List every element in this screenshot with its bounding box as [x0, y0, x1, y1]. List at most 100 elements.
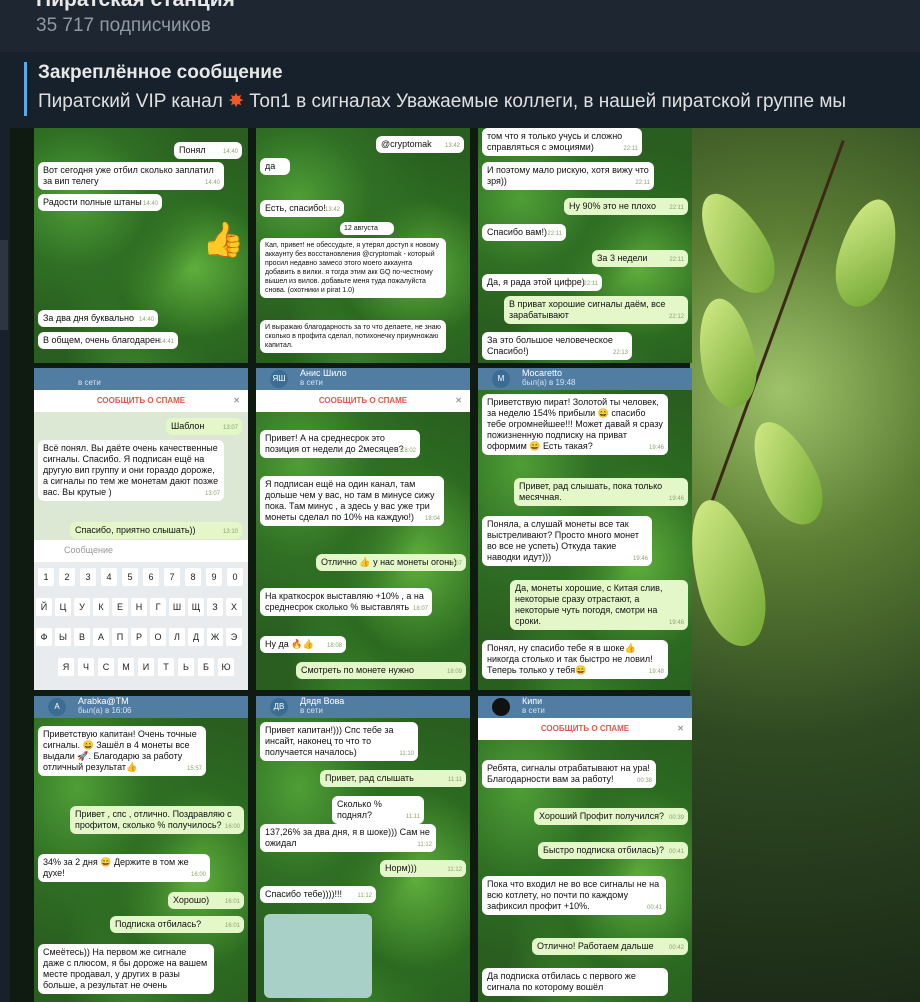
key: 9 [206, 568, 222, 586]
chat-name: Дядя Вова [300, 696, 345, 706]
message-time: 22:11 [583, 281, 598, 287]
message-input[interactable]: Сообщение [34, 540, 248, 562]
message-text: Спасибо тебе))))!!! [265, 889, 343, 899]
message-bubble: В приват хорошие сигналы даём, все зараб… [504, 296, 688, 324]
message-bubble: Смотреть по монете нужно 18:09 [296, 662, 466, 679]
message-text: да [265, 161, 276, 171]
pinned-accent-bar [24, 62, 27, 116]
key: Х [226, 598, 242, 616]
message-text: 34% за 2 дня 😄 Держите в том же духе! [43, 857, 189, 878]
collage-photo[interactable]: Понял 14:40 Вот сегодня уже отбил сколько… [10, 128, 920, 1002]
message-time: 22:11 [623, 146, 638, 152]
keyboard: Сообщение 1 2 3 4 5 6 7 8 9 0 Й Ц У К Е … [34, 540, 248, 690]
message-time: 22:11 [669, 257, 684, 263]
key: Щ [188, 598, 204, 616]
avatar: ЯШ [270, 370, 288, 388]
message-time: 11:11 [405, 814, 420, 820]
key: Д [188, 628, 204, 646]
message-bubble: Подписка отбилась? 16:01 [110, 916, 244, 933]
message-text: Да, я рада этой цифре) [487, 277, 585, 287]
key: Л [169, 628, 185, 646]
message-bubble: За это большое человеческое Спасибо!) 22:… [482, 332, 632, 360]
pinned-text-a: Пиратский VIP канал [38, 91, 223, 112]
screenshot-tile-6: M Mocaretto был(а) в 19:48 Приветствую пир… [478, 368, 692, 690]
message-text: И выражаю благодарность за то что делает… [265, 324, 441, 349]
chat-header: ЯШ Анис Шило в сети [256, 368, 470, 390]
message-bubble: Норм))) 11:12 [380, 860, 466, 877]
message-bubble: Отлично! Работаем дальше 00:42 [532, 938, 688, 955]
message-text: Привет, рад слышать [325, 773, 414, 783]
message-bubble: Привет, рад слышать, пока только месячна… [514, 478, 688, 506]
key: Ц [55, 598, 71, 616]
message-text: Спасибо вам!) [487, 227, 547, 237]
key: 3 [80, 568, 96, 586]
message-text: Есть, спасибо! [265, 203, 326, 213]
message-bubble: Да, я рада этой цифре) 22:11 [482, 274, 602, 291]
message-text: И поэтому мало рискую, хотя вижу что зря… [487, 165, 649, 186]
message-time: 11:11 [447, 777, 462, 783]
chat-name: Arabka@TM [78, 696, 129, 706]
close-icon: ✕ [455, 396, 462, 405]
chat-name: Mocaretto [522, 368, 563, 378]
key: С [98, 658, 114, 676]
scrollbar[interactable] [0, 240, 8, 330]
key: О [150, 628, 166, 646]
message-text: Вот сегодня уже отбил сколько заплатил з… [43, 165, 214, 186]
message-text: Кап, привет! не обессудьте, я утерял дос… [265, 242, 440, 294]
channel-header[interactable]: Пиратская станция 35 717 подписчиков [0, 0, 920, 52]
message-text: За 3 недели [597, 253, 648, 263]
message-bubble: На краткосрок выставляю +10% , а на сред… [260, 588, 432, 616]
message-time: 22:11 [669, 205, 684, 211]
message-bubble: Смеётесь)) На первом же сигнале даже с п… [38, 944, 214, 994]
key: Ь [178, 658, 194, 676]
message-time: 14:40 [204, 180, 220, 186]
screenshot-tile-9: Кипи в сети СООБЩИТЬ О СПАМЕ ✕ Ребята, сиг… [478, 696, 692, 1002]
key: Н [131, 598, 147, 616]
key: И [138, 658, 154, 676]
channel-title: Пиратская станция [36, 0, 235, 12]
chat-status: в сети [78, 378, 101, 387]
message-bubble: Всё понял. Вы даёте очень качественные с… [38, 440, 224, 501]
message-time: 11:12 [447, 867, 462, 873]
message-bubble: Привет, рад слышать 11:11 [320, 770, 466, 787]
message-time: 22:12 [668, 314, 684, 320]
message-bubble: И поэтому мало рискую, хотя вижу что зря… [482, 162, 654, 190]
chat-status: в сети [522, 706, 545, 715]
chat-name: Кипи [522, 696, 543, 706]
date-separator: 12 августа [340, 222, 394, 235]
key: 6 [143, 568, 159, 586]
message-text: Спасибо, приятно слышать)) [75, 525, 196, 535]
key: М [118, 658, 134, 676]
message-bubble: Хороший Профит получился? 00:39 [534, 808, 688, 825]
fire-icon: ✸ [228, 91, 244, 112]
message-text: Приветствую пират! Золотой ты человек, з… [487, 397, 663, 451]
close-icon: ✕ [677, 724, 684, 733]
message-text: На краткосрок выставляю +10% , а на сред… [265, 591, 424, 612]
message-text: За два дня буквально [43, 313, 134, 323]
key: Г [150, 598, 166, 616]
message-text: том что я только учусь и сложно справлят… [487, 131, 623, 152]
subscriber-count: 35 717 подписчиков [36, 15, 211, 36]
message-time: 00:39 [668, 815, 684, 821]
message-bubble: Поняла, а слушай монеты все так выстрели… [482, 516, 652, 566]
key: Р [131, 628, 147, 646]
leaf [826, 192, 908, 314]
message-text: Я подписан ещё на один канал, там дольше… [265, 479, 435, 522]
message-bubble: Шаблон 13:07 [166, 418, 242, 435]
message-bubble: Да, монеты хорошие, с Китая слив, некото… [510, 580, 688, 630]
screenshot-tile-3: том что я только учусь и сложно справлят… [478, 128, 692, 363]
message-time: 18:07 [446, 561, 462, 567]
key: 0 [227, 568, 243, 586]
chat-status: в сети [300, 706, 323, 715]
message-text: За это большое человеческое Спасибо!) [487, 335, 613, 356]
message-text: Смотреть по монете нужно [301, 665, 414, 675]
key: 7 [164, 568, 180, 586]
message-bubble: 34% за 2 дня 😄 Держите в том же духе! 16:… [38, 854, 210, 882]
message-time: 18:02 [400, 448, 416, 454]
key: У [74, 598, 90, 616]
pinned-message[interactable]: Закреплённое сообщение Пиратский VIP кан… [0, 56, 920, 124]
key: 8 [185, 568, 201, 586]
message-text: @cryptomak [381, 139, 432, 149]
message-text: Сколько % поднял? [337, 799, 382, 820]
message-time: 18:07 [412, 606, 428, 612]
